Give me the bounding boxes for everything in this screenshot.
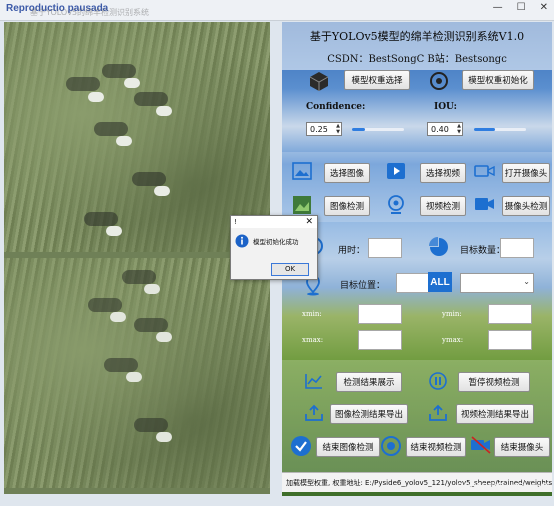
xmin-label: xmin: bbox=[302, 310, 322, 318]
confidence-value: 0.25 bbox=[310, 124, 328, 134]
end-video-button[interactable]: 结束视频检测 bbox=[406, 437, 466, 457]
select-video-button[interactable]: 选择视频 bbox=[420, 163, 466, 183]
time-output bbox=[368, 238, 402, 258]
position-label: 目标位置： bbox=[340, 281, 386, 291]
cube-icon bbox=[308, 70, 330, 92]
xmin-output bbox=[358, 304, 402, 324]
result-image bbox=[4, 258, 270, 488]
model-init-button[interactable]: 模型权重初始化 bbox=[462, 70, 534, 90]
video-icon bbox=[386, 162, 406, 180]
dialog-titlebar: ! ✕ bbox=[231, 216, 317, 228]
position-output bbox=[396, 273, 430, 293]
ymin-label: ymin: bbox=[442, 310, 462, 318]
stop-video-icon bbox=[380, 435, 402, 457]
image-icon bbox=[292, 162, 312, 180]
count-label: 目标数量： bbox=[460, 246, 506, 256]
control-panel: 基于YOLOv5模型的绵羊检测识别系统V1.0 CSDN：BestSongC B… bbox=[282, 22, 552, 496]
dialog-close-icon[interactable]: ✕ bbox=[305, 216, 313, 228]
iou-slider[interactable] bbox=[474, 128, 526, 131]
pie-chart-icon bbox=[428, 236, 450, 258]
confidence-label: Confidence: bbox=[306, 102, 366, 112]
iou-slider-fill bbox=[474, 128, 495, 131]
time-label: 用时： bbox=[338, 246, 366, 256]
camera-detect-icon bbox=[474, 195, 496, 213]
dialog-ok-button[interactable]: OK bbox=[271, 263, 309, 276]
image-detect-icon bbox=[292, 195, 312, 215]
show-results-button[interactable]: 检测结果展示 bbox=[336, 372, 402, 392]
dialog-message: 模型初始化成功 bbox=[253, 238, 299, 246]
info-icon bbox=[235, 234, 249, 248]
csdn-watermark: CSDN @BestSongC bbox=[456, 482, 548, 493]
check-circle-icon bbox=[290, 435, 312, 457]
pause-icon bbox=[428, 371, 448, 391]
end-camera-button[interactable]: 结束摄像头 bbox=[494, 437, 550, 457]
line-chart-icon bbox=[304, 372, 324, 390]
minimize-button[interactable]: — bbox=[493, 2, 503, 13]
spin-arrows-icon[interactable]: ▲ ▼ bbox=[336, 123, 340, 135]
open-camera-button[interactable]: 打开摄像头 bbox=[502, 163, 550, 183]
pause-video-button[interactable]: 暂停视频检测 bbox=[458, 372, 530, 392]
export-video-button[interactable]: 视频检测结果导出 bbox=[456, 404, 534, 424]
end-image-button[interactable]: 结束图像检测 bbox=[316, 437, 380, 457]
app-title: 基于YOLOv5模型的绵羊检测识别系统V1.0 bbox=[309, 30, 525, 43]
target-icon bbox=[428, 70, 450, 92]
message-dialog: ! ✕ 模型初始化成功 OK bbox=[230, 215, 318, 280]
spin-arrows-icon[interactable]: ▲ ▼ bbox=[457, 123, 461, 135]
confidence-slider[interactable] bbox=[352, 128, 404, 131]
window-title: 基于YOLOv5的绵羊检测识别系统 bbox=[30, 8, 150, 17]
confidence-spinbox[interactable]: 0.25 ▲ ▼ bbox=[306, 122, 342, 136]
all-icon-label: ALL bbox=[430, 276, 450, 288]
iou-value: 0.40 bbox=[431, 124, 449, 134]
export-icon bbox=[428, 404, 448, 422]
close-button[interactable]: ✕ bbox=[540, 2, 548, 13]
app-subtitle: CSDN：BestSongC B站：Bestsongc bbox=[327, 54, 507, 65]
target-select-dropdown[interactable]: ⌄ bbox=[460, 273, 534, 293]
camera-off-icon bbox=[470, 435, 492, 455]
dialog-title: ! bbox=[234, 218, 237, 226]
all-icon: ALL bbox=[428, 272, 452, 292]
ymin-output bbox=[488, 304, 532, 324]
image-detect-button[interactable]: 图像检测 bbox=[324, 196, 370, 216]
count-output bbox=[500, 238, 534, 258]
export-icon bbox=[304, 404, 324, 422]
confidence-slider-fill bbox=[352, 128, 365, 131]
ymax-label: ymax: bbox=[442, 336, 464, 344]
window-titlebar: Reproductio pausada 基于YOLOv5的绵羊检测识别系统 — … bbox=[0, 0, 554, 21]
xmax-output bbox=[358, 330, 402, 350]
export-image-button[interactable]: 图像检测结果导出 bbox=[330, 404, 408, 424]
camera-icon bbox=[474, 162, 496, 180]
iou-label: IOU: bbox=[434, 102, 457, 112]
model-select-button[interactable]: 模型权重选择 bbox=[344, 70, 410, 90]
webcam-icon bbox=[386, 194, 406, 216]
xmax-label: xmax: bbox=[302, 336, 324, 344]
video-detect-button[interactable]: 视频检测 bbox=[420, 196, 466, 216]
select-image-button[interactable]: 选择图像 bbox=[324, 163, 370, 183]
maximize-button[interactable]: ☐ bbox=[517, 2, 526, 13]
chevron-down-icon: ⌄ bbox=[523, 277, 530, 286]
camera-detect-button[interactable]: 摄像头检测 bbox=[502, 196, 550, 216]
iou-spinbox[interactable]: 0.40 ▲ ▼ bbox=[427, 122, 463, 136]
ymax-output bbox=[488, 330, 532, 350]
